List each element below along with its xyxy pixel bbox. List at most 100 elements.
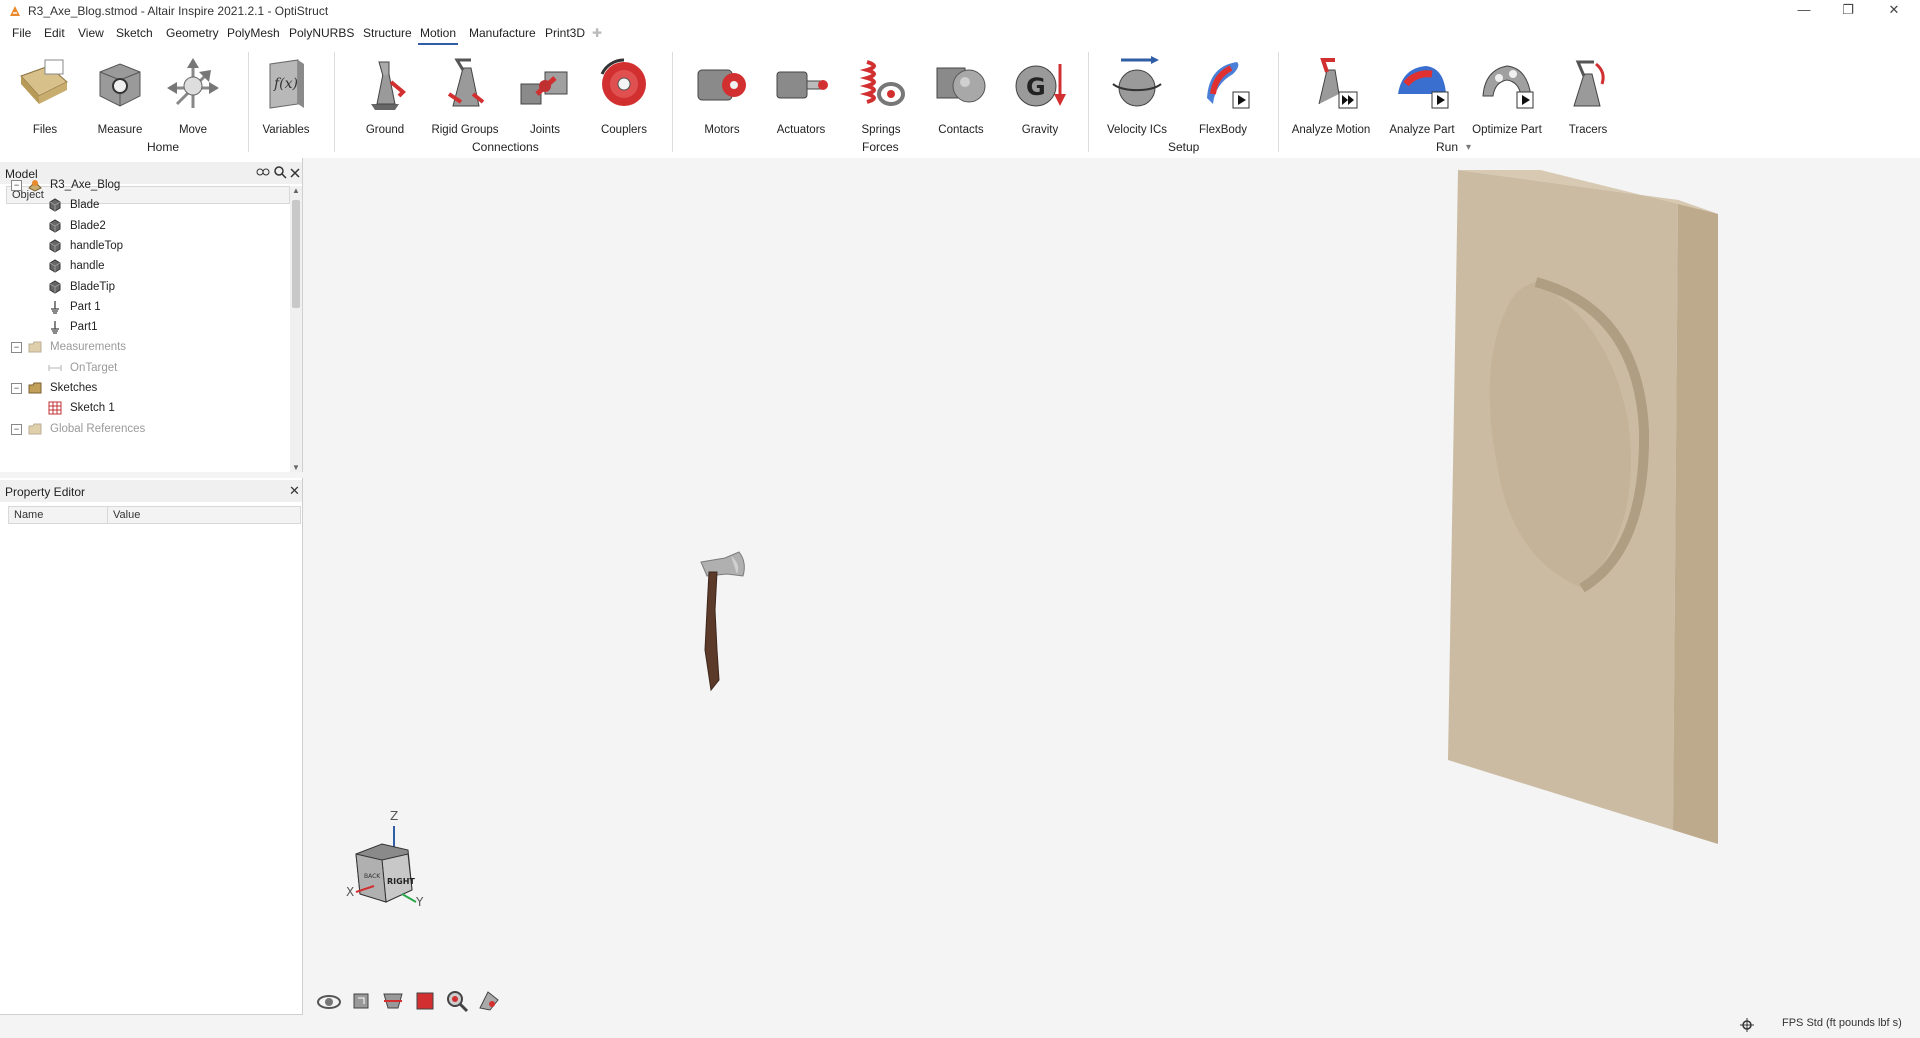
menu-sketch[interactable]: Sketch (114, 26, 155, 40)
menu-edit[interactable]: Edit (42, 26, 67, 40)
menu-structure[interactable]: Structure (361, 26, 414, 40)
part-icon (48, 279, 62, 294)
tree-item[interactable]: Part1 (0, 318, 284, 338)
units-status[interactable]: FPS Std (ft pounds lbf s) (1782, 1017, 1902, 1029)
scroll-up-icon[interactable]: ▲ (292, 186, 300, 195)
orbit-icon[interactable] (316, 988, 342, 1014)
tree-item[interactable]: BladeTip (0, 278, 284, 298)
scroll-thumb[interactable] (292, 200, 300, 308)
velocity-ics-label: Velocity ICs (1106, 124, 1168, 136)
rigid-groups-button[interactable]: Rigid Groups (428, 54, 502, 140)
menu-view[interactable]: View (76, 26, 106, 40)
tree-expander-icon[interactable]: − (11, 423, 22, 435)
add-tab-icon[interactable]: ✚ (590, 26, 604, 40)
ground-button[interactable]: Ground (348, 54, 422, 140)
tree-item[interactable]: − R3_Axe_Blog (0, 176, 284, 196)
section-cut-icon[interactable] (380, 988, 406, 1014)
gravity-label: Gravity (1021, 124, 1059, 136)
tree-item-label: Part1 (70, 321, 98, 334)
close-icon[interactable]: ✕ (289, 483, 300, 499)
measure-icon (48, 361, 62, 375)
couplers-button[interactable]: Couplers (587, 54, 661, 140)
motors-button[interactable]: Motors (685, 54, 759, 140)
menu-print3d[interactable]: Print3D (543, 26, 587, 40)
tree-item[interactable]: − Global References (0, 420, 284, 440)
minimize-button[interactable]: — (1786, 2, 1822, 20)
ground-part-icon (48, 320, 62, 334)
name-column-header[interactable]: Name (8, 506, 108, 524)
tree-item[interactable]: handleTop (0, 237, 284, 257)
fit-view-icon[interactable] (412, 988, 438, 1014)
velocity-ics-button[interactable]: Velocity ICs (1100, 54, 1174, 140)
tree-item[interactable]: Part 1 (0, 298, 284, 318)
joints-icon (520, 71, 568, 105)
view-cube[interactable]: Z RIGHT BACK X Y (346, 808, 426, 908)
group-setup-label: Setup (1168, 140, 1200, 154)
scroll-down-icon[interactable]: ▼ (292, 463, 300, 472)
run-dropdown-icon[interactable]: ▾ (1466, 142, 1471, 153)
menu-motion[interactable]: Motion (418, 26, 459, 45)
ribbon-separator (1088, 52, 1089, 152)
analyze-part-button[interactable]: Analyze Part (1385, 54, 1459, 140)
motors-icon (697, 69, 746, 101)
tracers-button[interactable]: Tracers (1551, 54, 1625, 140)
svg-text:RIGHT: RIGHT (387, 877, 415, 886)
menu-polynurbs[interactable]: PolyNURBS (287, 26, 356, 40)
tree-item[interactable]: Blade2 (0, 217, 284, 237)
measure-icon (99, 63, 141, 107)
menu-polymesh[interactable]: PolyMesh (225, 26, 282, 40)
folder-icon (28, 340, 42, 354)
tree-item-label: Global References (50, 422, 146, 435)
files-button[interactable]: Files (8, 54, 82, 140)
settings-crosshair-icon[interactable] (1740, 1018, 1754, 1032)
zoom-icon[interactable] (444, 988, 470, 1014)
tree-item[interactable]: OnTarget (0, 359, 284, 379)
tree-item[interactable]: handle (0, 257, 284, 277)
measure-view-icon[interactable] (476, 988, 502, 1014)
tree-expander-icon[interactable]: − (11, 383, 22, 394)
restore-button[interactable]: ❐ (1830, 2, 1866, 20)
move-button[interactable]: Move (156, 54, 230, 140)
tree-item-label: handleTop (70, 239, 124, 252)
tree-item-label: BladeTip (70, 280, 115, 293)
close-button[interactable]: ✕ (1876, 2, 1912, 20)
gravity-button[interactable]: G Gravity (1003, 54, 1077, 140)
actuators-button[interactable]: Actuators (764, 54, 838, 140)
tree-item[interactable]: − Measurements (0, 338, 284, 358)
ground-part-icon (48, 300, 62, 314)
contacts-icon (936, 67, 986, 103)
menu-manufacture[interactable]: Manufacture (467, 26, 538, 40)
model-scrollbar[interactable]: ▲ ▼ (290, 186, 302, 472)
axe-model[interactable] (691, 550, 751, 700)
tree-item[interactable]: Sketch 1 (0, 399, 284, 419)
analyze-part-icon (1398, 66, 1449, 109)
tree-expander-icon[interactable]: − (11, 342, 22, 354)
tree-item[interactable]: − Sketches (0, 379, 284, 399)
couplers-icon (600, 58, 646, 106)
menu-geometry[interactable]: Geometry (164, 26, 221, 40)
optimize-part-button[interactable]: Optimize Part (1470, 54, 1544, 140)
tree-expander-icon[interactable]: − (11, 180, 22, 191)
analyze-motion-button[interactable]: Analyze Motion (1292, 54, 1370, 140)
tree-item[interactable]: Blade (0, 196, 284, 216)
variables-icon: f(x) (269, 59, 304, 109)
variables-button[interactable]: f(x) Variables (249, 54, 323, 140)
joints-button[interactable]: Joints (508, 54, 582, 140)
pan-icon[interactable] (348, 988, 374, 1014)
menu-file[interactable]: File (10, 26, 33, 40)
gravity-icon: G (1015, 64, 1066, 107)
3d-viewport[interactable]: Z RIGHT BACK X Y (303, 158, 1920, 1038)
flexbody-button[interactable]: FlexBody (1186, 54, 1260, 140)
close-icon[interactable] (289, 167, 301, 179)
part-icon (48, 198, 62, 212)
menu-bar: File Edit View Sketch Geometry PolyMesh … (0, 22, 1920, 46)
contacts-button[interactable]: Contacts (924, 54, 998, 140)
ribbon-separator (1278, 52, 1279, 152)
springs-button[interactable]: Springs (844, 54, 918, 140)
flexbody-icon (1207, 62, 1250, 109)
flexbody-label: FlexBody (1199, 124, 1247, 136)
value-column-header[interactable]: Value (107, 506, 301, 524)
svg-text:f(x): f(x) (273, 76, 298, 92)
target-board-model[interactable] (1418, 170, 1798, 850)
title-bar: R3_Axe_Blog.stmod - Altair Inspire 2021.… (0, 0, 1920, 22)
